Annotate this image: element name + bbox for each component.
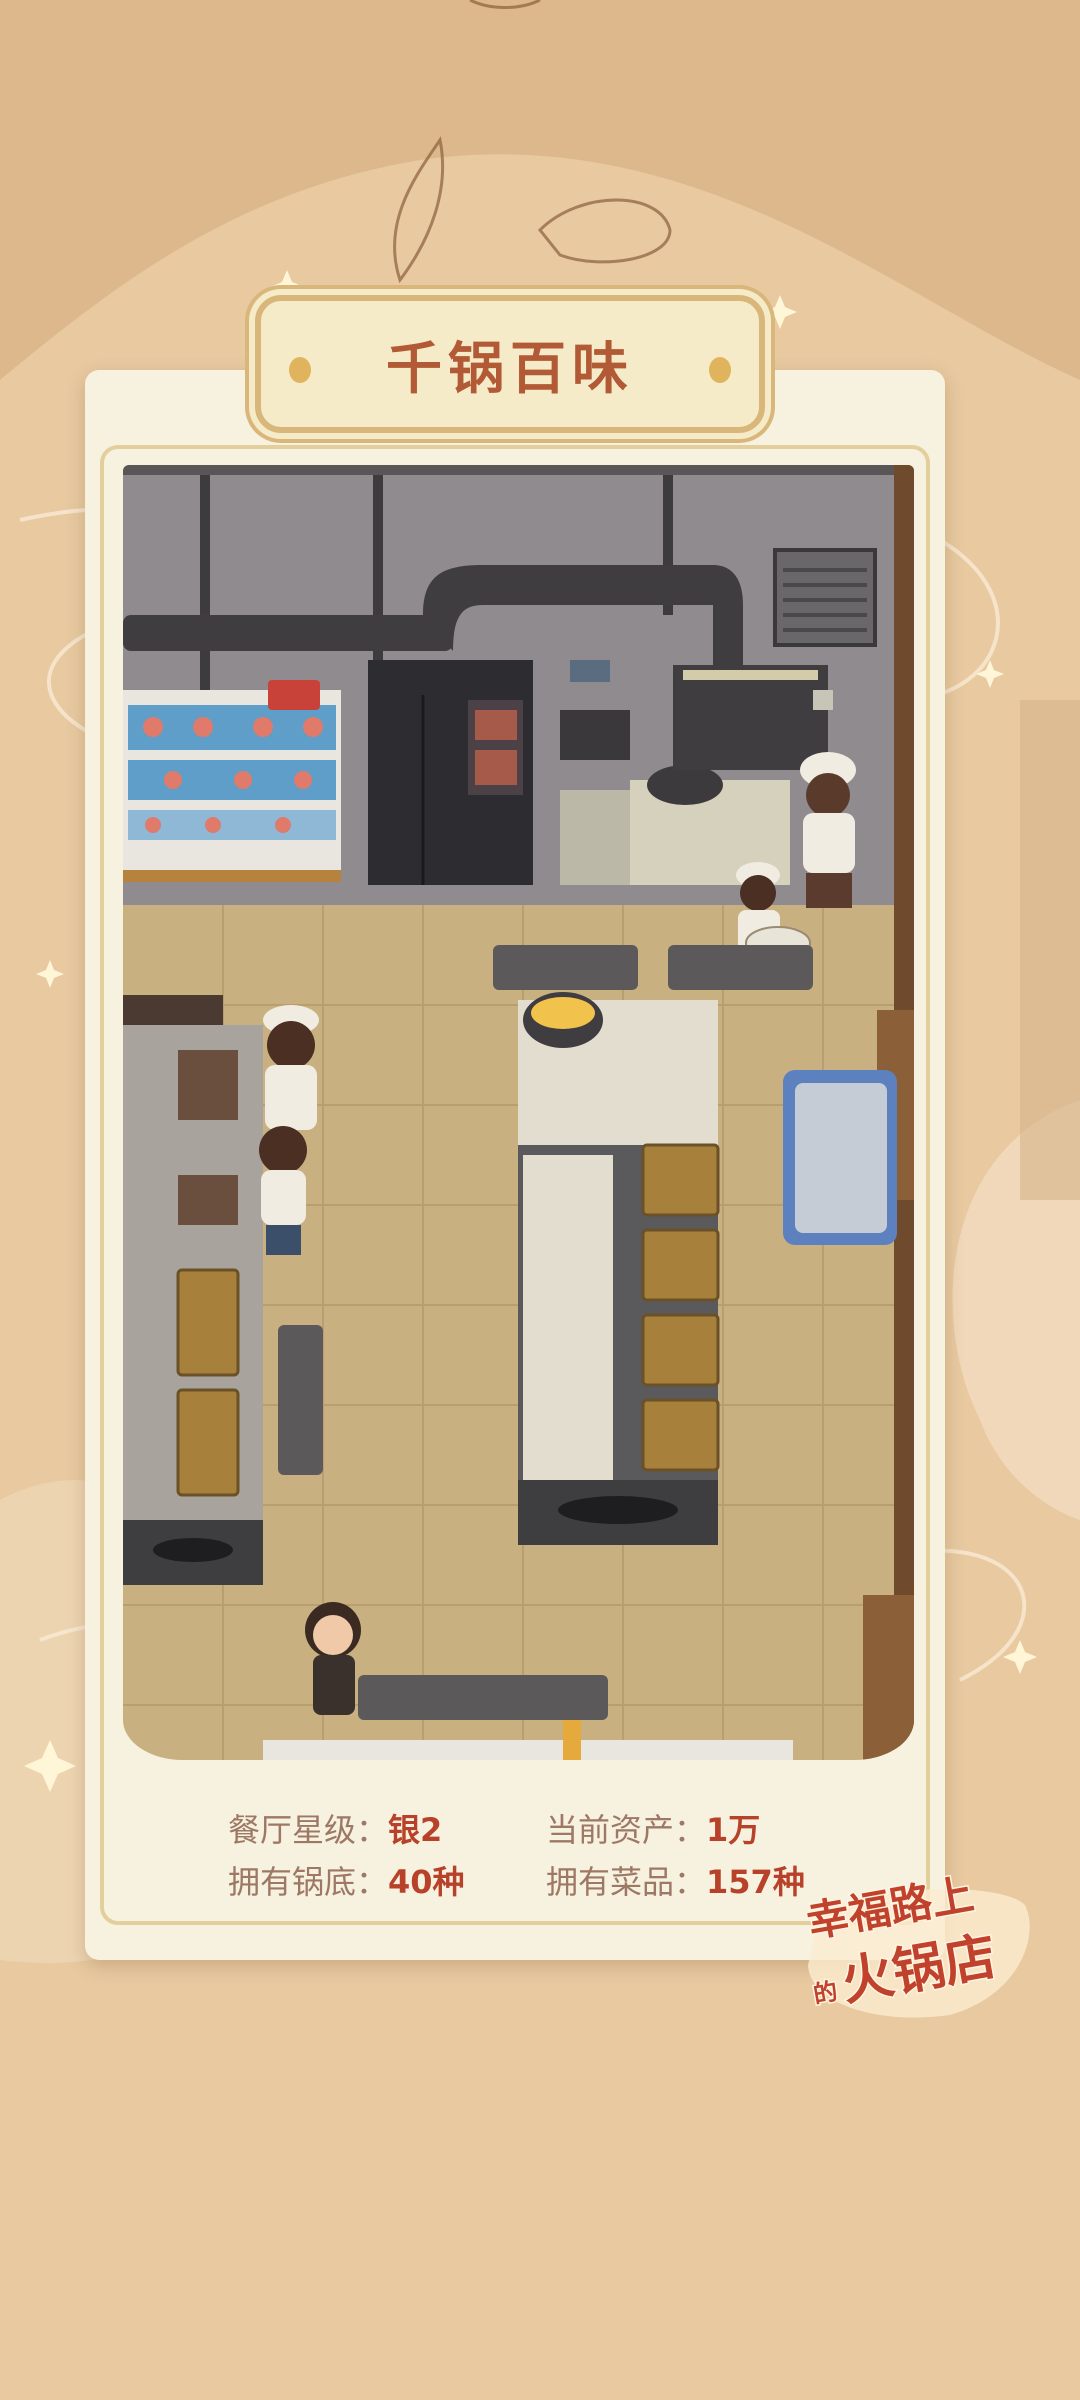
stat-label: 当前资产： (546, 1811, 707, 1849)
stat-star-level: 餐厅星级：银2 (228, 1805, 442, 1851)
stat-label: 餐厅星级： (228, 1811, 389, 1849)
kitchen-scene[interactable] (123, 465, 914, 1760)
stat-soup-bases: 拥有锅底：40种 (228, 1857, 465, 1903)
stat-value: 40种 (388, 1863, 465, 1901)
stat-value: 1万 (706, 1811, 761, 1849)
title-plate: 千锅百味 (255, 295, 765, 433)
kitchen-illustration (123, 465, 914, 1760)
stat-label: 拥有锅底： (228, 1863, 389, 1901)
stat-value: 157种 (706, 1863, 805, 1901)
page-title: 千锅百味 (386, 336, 634, 402)
title-dot-left (289, 357, 311, 383)
stat-value: 银2 (388, 1811, 443, 1849)
chef-figure (800, 752, 856, 908)
stat-assets: 当前资产：1万 (546, 1805, 760, 1851)
logo-small: 的 (811, 1977, 839, 2009)
stat-label: 拥有菜品： (546, 1863, 707, 1901)
title-dot-right (709, 357, 731, 383)
game-logo: 幸福路上 的 火锅店 (800, 1868, 1040, 2025)
stat-dishes: 拥有菜品：157种 (546, 1857, 805, 1903)
